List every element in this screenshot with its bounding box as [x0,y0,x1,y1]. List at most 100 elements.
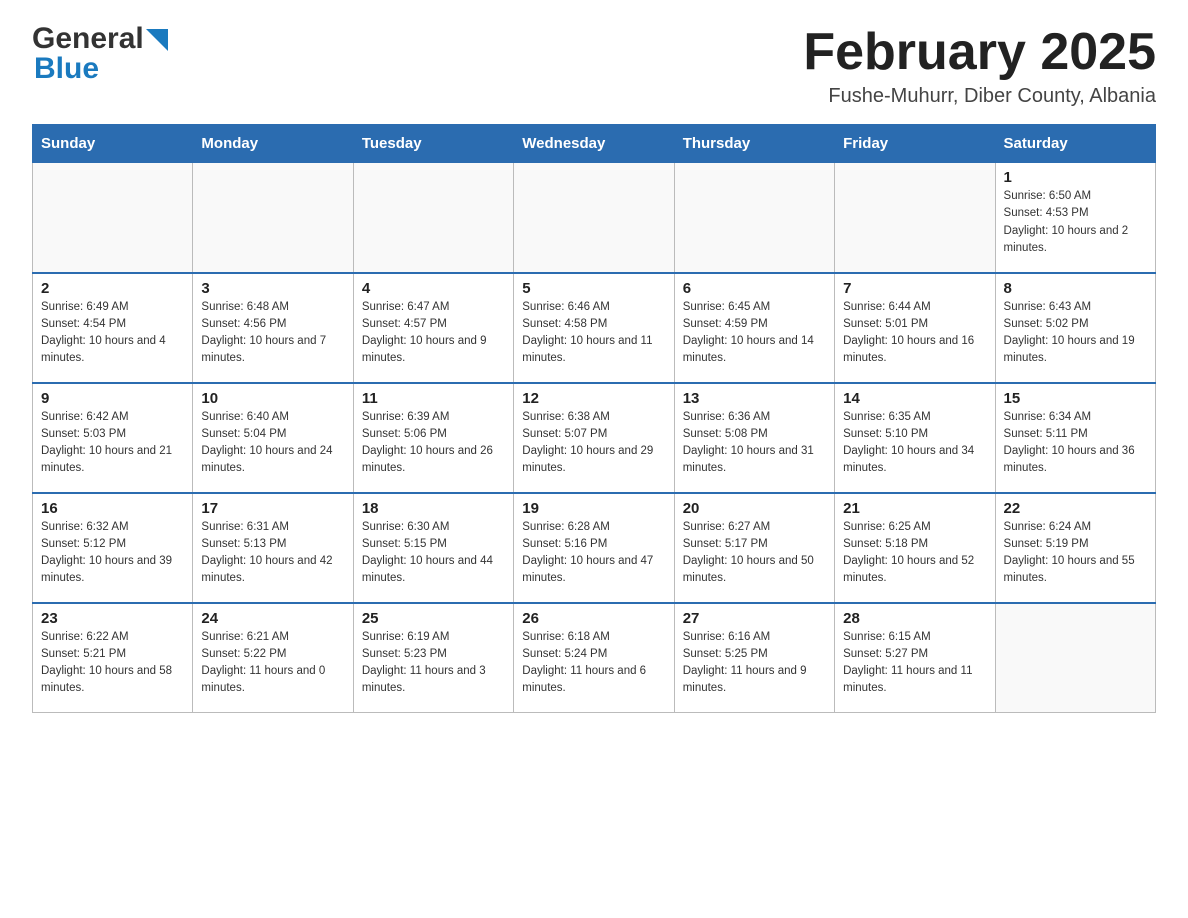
table-row [995,603,1155,713]
table-row: 22 Sunrise: 6:24 AMSunset: 5:19 PMDayligh… [995,493,1155,603]
page-header: General Blue February 2025 Fushe-Muhurr,… [32,24,1156,108]
table-row: 28 Sunrise: 6:15 AMSunset: 5:27 PMDayligh… [835,603,995,713]
day-number: 23 [41,610,184,627]
table-row: 1Sunrise: 6:50 AMSunset: 4:53 PMDaylight… [995,163,1155,273]
day-info: Sunrise: 6:43 AMSunset: 5:02 PMDaylight:… [1004,299,1147,368]
table-row: 9 Sunrise: 6:42 AMSunset: 5:03 PMDaylight… [33,383,193,493]
table-row: 12Sunrise: 6:38 AMSunset: 5:07 PMDayligh… [514,383,674,493]
table-row: 19 Sunrise: 6:28 AMSunset: 5:16 PMDayligh… [514,493,674,603]
col-saturday: Saturday [995,125,1155,163]
day-number: 14 [843,390,986,407]
calendar-table: Sunday Monday Tuesday Wednesday Thursday… [32,124,1156,713]
day-number: 26 [522,610,665,627]
day-number: 28 [843,610,986,627]
day-info: Sunrise: 6:25 AMSunset: 5:18 PMDaylight:… [843,519,986,588]
day-number: 5 [522,280,665,297]
table-row: 7 Sunrise: 6:44 AMSunset: 5:01 PMDaylight… [835,273,995,383]
day-info: Sunrise: 6:42 AMSunset: 5:03 PMDaylight:… [41,409,184,478]
day-number: 15 [1004,390,1147,407]
calendar-week-row: 1Sunrise: 6:50 AMSunset: 4:53 PMDaylight… [33,163,1156,273]
calendar-week-row: 2Sunrise: 6:49 AMSunset: 4:54 PMDaylight… [33,273,1156,383]
table-row: 27Sunrise: 6:16 AMSunset: 5:25 PMDayligh… [674,603,834,713]
table-row: 16 Sunrise: 6:32 AMSunset: 5:12 PMDayligh… [33,493,193,603]
day-info: Sunrise: 6:46 AMSunset: 4:58 PMDaylight:… [522,299,665,368]
calendar-week-row: 9 Sunrise: 6:42 AMSunset: 5:03 PMDaylight… [33,383,1156,493]
table-row: 3 Sunrise: 6:48 AMSunset: 4:56 PMDaylight… [193,273,353,383]
col-wednesday: Wednesday [514,125,674,163]
day-number: 22 [1004,500,1147,517]
logo-arrow-icon [146,29,168,51]
col-tuesday: Tuesday [353,125,513,163]
day-info: Sunrise: 6:19 AMSunset: 5:23 PMDaylight:… [362,629,505,698]
day-number: 12 [522,390,665,407]
col-thursday: Thursday [674,125,834,163]
day-info: Sunrise: 6:35 AMSunset: 5:10 PMDaylight:… [843,409,986,478]
table-row: 10 Sunrise: 6:40 AMSunset: 5:04 PMDayligh… [193,383,353,493]
day-number: 18 [362,500,505,517]
logo: General Blue [32,24,168,84]
day-number: 9 [41,390,184,407]
main-title: February 2025 [803,24,1156,81]
calendar-week-row: 23 Sunrise: 6:22 AMSunset: 5:21 PMDayligh… [33,603,1156,713]
day-number: 2 [41,280,184,297]
day-number: 24 [201,610,344,627]
table-row: 2Sunrise: 6:49 AMSunset: 4:54 PMDaylight… [33,273,193,383]
logo-blue: Blue [34,54,99,84]
table-row: 13 Sunrise: 6:36 AMSunset: 5:08 PMDayligh… [674,383,834,493]
table-row: 24 Sunrise: 6:21 AMSunset: 5:22 PMDayligh… [193,603,353,713]
day-number: 17 [201,500,344,517]
col-sunday: Sunday [33,125,193,163]
day-number: 7 [843,280,986,297]
subtitle: Fushe-Muhurr, Diber County, Albania [803,85,1156,108]
table-row: 8 Sunrise: 6:43 AMSunset: 5:02 PMDaylight… [995,273,1155,383]
table-row: 4 Sunrise: 6:47 AMSunset: 4:57 PMDaylight… [353,273,513,383]
day-info: Sunrise: 6:39 AMSunset: 5:06 PMDaylight:… [362,409,505,478]
table-row: 23 Sunrise: 6:22 AMSunset: 5:21 PMDayligh… [33,603,193,713]
table-row: 5 Sunrise: 6:46 AMSunset: 4:58 PMDaylight… [514,273,674,383]
day-number: 19 [522,500,665,517]
table-row: 6 Sunrise: 6:45 AMSunset: 4:59 PMDaylight… [674,273,834,383]
table-row [674,163,834,273]
day-number: 4 [362,280,505,297]
table-row [193,163,353,273]
day-info: Sunrise: 6:45 AMSunset: 4:59 PMDaylight:… [683,299,826,368]
calendar-header-row: Sunday Monday Tuesday Wednesday Thursday… [33,125,1156,163]
day-info: Sunrise: 6:32 AMSunset: 5:12 PMDaylight:… [41,519,184,588]
day-number: 16 [41,500,184,517]
day-number: 8 [1004,280,1147,297]
day-number: 13 [683,390,826,407]
table-row: 15 Sunrise: 6:34 AMSunset: 5:11 PMDayligh… [995,383,1155,493]
table-row [353,163,513,273]
day-number: 21 [843,500,986,517]
day-number: 3 [201,280,344,297]
day-number: 10 [201,390,344,407]
day-number: 11 [362,390,505,407]
day-number: 20 [683,500,826,517]
day-info: Sunrise: 6:24 AMSunset: 5:19 PMDaylight:… [1004,519,1147,588]
day-info: Sunrise: 6:34 AMSunset: 5:11 PMDaylight:… [1004,409,1147,478]
day-info: Sunrise: 6:44 AMSunset: 5:01 PMDaylight:… [843,299,986,368]
day-number: 1 [1004,169,1147,186]
table-row: 20 Sunrise: 6:27 AMSunset: 5:17 PMDayligh… [674,493,834,603]
day-number: 27 [683,610,826,627]
day-info: Sunrise: 6:40 AMSunset: 5:04 PMDaylight:… [201,409,344,478]
day-info: Sunrise: 6:47 AMSunset: 4:57 PMDaylight:… [362,299,505,368]
day-info: Sunrise: 6:30 AMSunset: 5:15 PMDaylight:… [362,519,505,588]
calendar-week-row: 16 Sunrise: 6:32 AMSunset: 5:12 PMDayligh… [33,493,1156,603]
day-number: 6 [683,280,826,297]
table-row: 26Sunrise: 6:18 AMSunset: 5:24 PMDayligh… [514,603,674,713]
table-row [514,163,674,273]
table-row: 14 Sunrise: 6:35 AMSunset: 5:10 PMDayligh… [835,383,995,493]
day-info: Sunrise: 6:15 AMSunset: 5:27 PMDaylight:… [843,629,986,698]
day-info: Sunrise: 6:31 AMSunset: 5:13 PMDaylight:… [201,519,344,588]
day-info: Sunrise: 6:21 AMSunset: 5:22 PMDaylight:… [201,629,344,698]
table-row: 11 Sunrise: 6:39 AMSunset: 5:06 PMDayligh… [353,383,513,493]
logo-general: General [32,24,144,54]
day-info: Sunrise: 6:36 AMSunset: 5:08 PMDaylight:… [683,409,826,478]
day-info: Sunrise: 6:28 AMSunset: 5:16 PMDaylight:… [522,519,665,588]
day-info: Sunrise: 6:22 AMSunset: 5:21 PMDaylight:… [41,629,184,698]
col-monday: Monday [193,125,353,163]
title-block: February 2025 Fushe-Muhurr, Diber County… [803,24,1156,108]
day-info: Sunrise: 6:27 AMSunset: 5:17 PMDaylight:… [683,519,826,588]
day-info: Sunrise: 6:48 AMSunset: 4:56 PMDaylight:… [201,299,344,368]
